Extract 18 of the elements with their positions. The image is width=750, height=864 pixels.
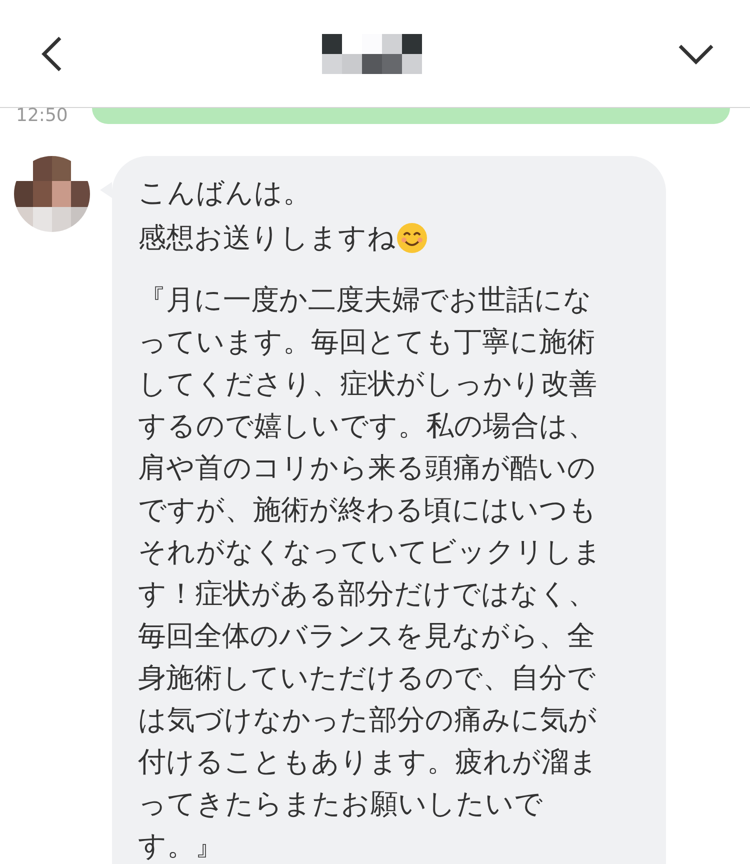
message-line: は気づけなかった部分の痛みに気が — [138, 702, 597, 738]
message-line: 肩や首のコリから来る頭痛が酷いの — [138, 450, 596, 486]
message-text: こんばんは。 — [138, 175, 312, 211]
message-line: 毎回全体のバランスを見ながら、全 — [138, 618, 595, 654]
message-text: 感想お送りしますね — [138, 220, 396, 256]
message-line: するので嬉しいです。私の場合は、 — [138, 408, 596, 444]
smiling-face-icon — [396, 222, 428, 254]
message-line: してくださり、症状がしっかり改善 — [138, 366, 597, 402]
message-line: す！症状がある部分だけではなく、 — [138, 576, 596, 612]
message-line: 付けることもあります。疲れが溜ま — [138, 744, 598, 780]
message-line: それがなくなっていてビックリしま — [138, 534, 602, 570]
message-line: ですが、施術が終わる頃にはいつも — [138, 492, 597, 528]
message-line: 身施術していただけるので、自分で — [138, 660, 596, 696]
message-line: ってきたらまたお願いしたいで — [138, 786, 543, 822]
message-time: 12:50 — [16, 106, 69, 126]
message-line: っています。毎回とても丁寧に施術 — [138, 324, 595, 360]
message-line: 『月に一度か二度夫婦でお世話にな — [138, 282, 592, 318]
message-line: す。』 — [138, 828, 223, 864]
